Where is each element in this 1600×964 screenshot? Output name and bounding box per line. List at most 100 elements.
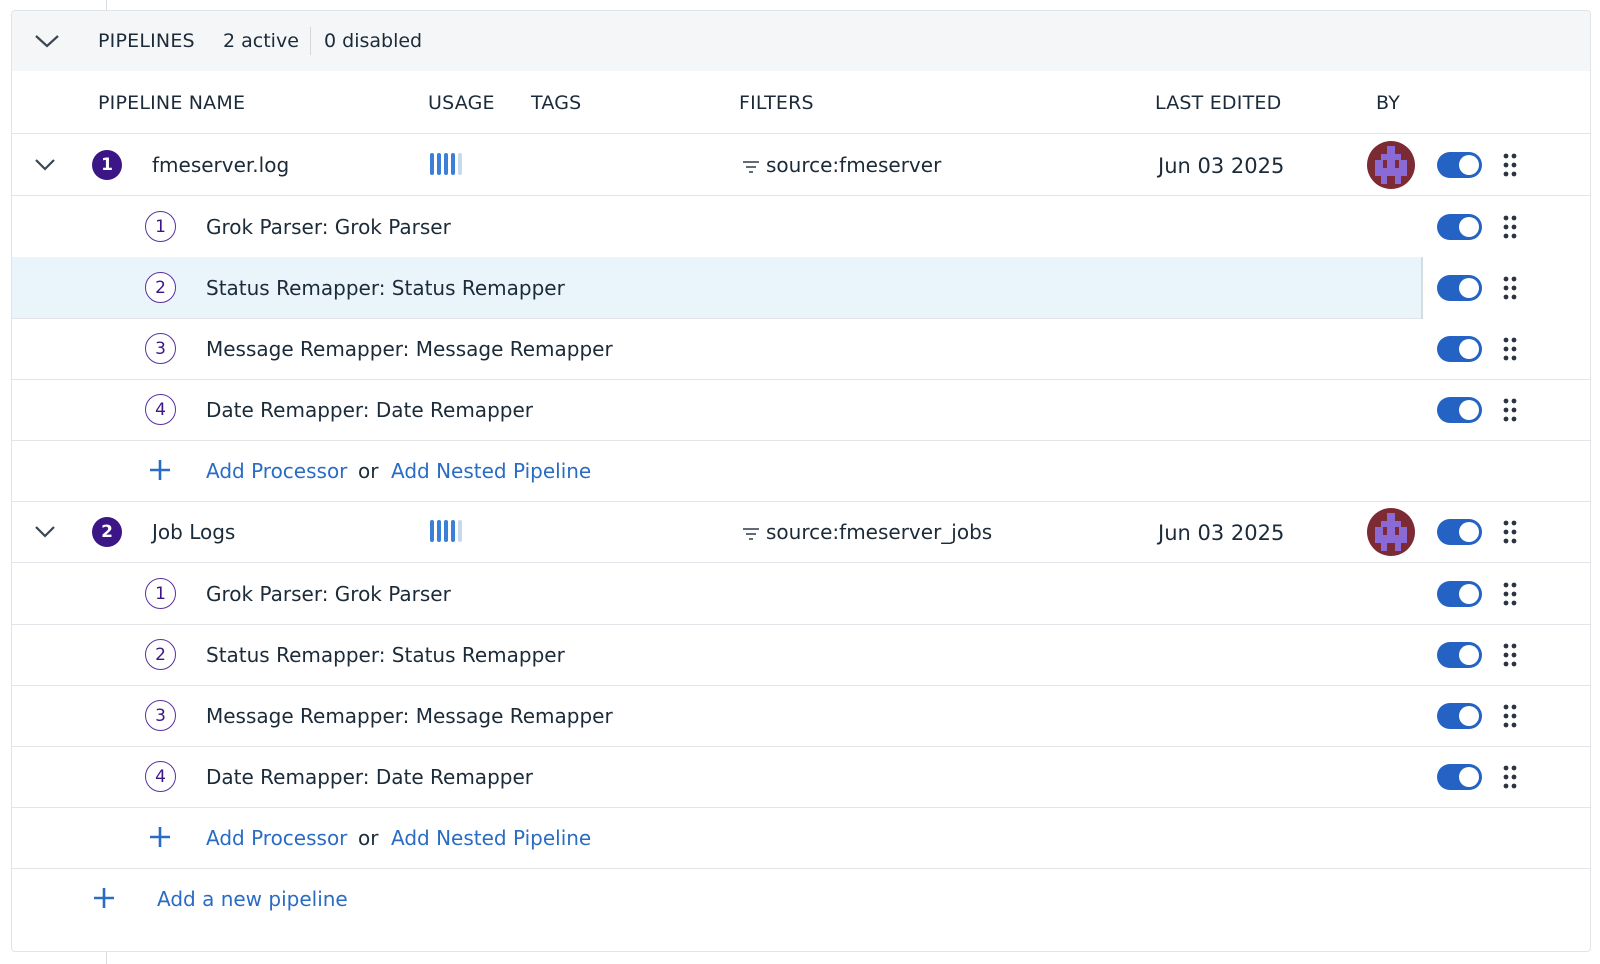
add-processor-row: Add Processor or Add Nested Pipeline <box>12 440 1590 502</box>
processor-enable-toggle[interactable] <box>1437 336 1482 362</box>
processor-enable-toggle[interactable] <box>1437 581 1482 607</box>
pipeline-enable-toggle[interactable] <box>1437 152 1482 178</box>
column-filters[interactable]: FILTERS <box>739 92 814 114</box>
column-last-edited[interactable]: LAST EDITED <box>1155 92 1281 114</box>
add-pipeline-row: Add a new pipeline <box>12 868 1590 930</box>
avatar-identicon <box>1375 513 1407 551</box>
processor-row[interactable]: 4 Date Remapper: Date Remapper <box>12 379 1590 441</box>
pipelines-panel: PIPELINES 2 active 0 disabled PIPELINE N… <box>11 10 1591 952</box>
processor-enable-toggle[interactable] <box>1437 397 1482 423</box>
processor-name[interactable]: Message Remapper: Message Remapper <box>206 704 613 728</box>
processor-number-badge: 2 <box>145 639 176 670</box>
usage-bar <box>458 520 462 542</box>
column-tags[interactable]: TAGS <box>531 92 581 114</box>
add-processor-link[interactable]: Add Processor <box>206 459 347 483</box>
drag-handle-icon[interactable] <box>1503 398 1517 422</box>
processor-number-badge: 1 <box>145 578 176 609</box>
add-processor-row: Add Processor or Add Nested Pipeline <box>12 807 1590 869</box>
add-processor-link[interactable]: Add Processor <box>206 826 347 850</box>
processor-row[interactable]: 2 Status Remapper: Status Remapper <box>12 624 1590 686</box>
processor-number-badge: 1 <box>145 211 176 242</box>
filter-icon <box>743 161 759 173</box>
drag-handle-icon[interactable] <box>1503 765 1517 789</box>
column-header-row: PIPELINE NAME USAGE TAGS FILTERS LAST ED… <box>12 71 1590 134</box>
processor-row[interactable]: 1 Grok Parser: Grok Parser <box>12 563 1590 625</box>
processor-row[interactable]: 4 Date Remapper: Date Remapper <box>12 746 1590 808</box>
column-pipeline-name[interactable]: PIPELINE NAME <box>98 92 245 114</box>
disabled-count: 0 disabled <box>324 30 423 52</box>
processor-number-badge: 2 <box>145 272 176 303</box>
pipelines-summary-bar[interactable]: PIPELINES 2 active 0 disabled <box>12 11 1590 71</box>
pipeline-name[interactable]: Job Logs <box>152 520 235 544</box>
usage-bar <box>451 520 455 542</box>
guide-line-top <box>106 0 107 10</box>
chevron-down-icon[interactable] <box>34 29 60 53</box>
add-nested-pipeline-link[interactable]: Add Nested Pipeline <box>391 459 591 483</box>
processor-name[interactable]: Message Remapper: Message Remapper <box>206 337 613 361</box>
avatar <box>1367 508 1415 556</box>
drag-handle-icon[interactable] <box>1503 582 1517 606</box>
drag-handle-icon[interactable] <box>1503 643 1517 667</box>
drag-handle-icon[interactable] <box>1503 337 1517 361</box>
pipeline-enable-toggle[interactable] <box>1437 519 1482 545</box>
plus-icon[interactable] <box>148 825 172 849</box>
plus-icon[interactable] <box>148 458 172 482</box>
avatar <box>1367 141 1415 189</box>
processor-name[interactable]: Date Remapper: Date Remapper <box>206 398 533 422</box>
usage-meter <box>430 520 462 542</box>
add-new-pipeline-link[interactable]: Add a new pipeline <box>157 887 348 911</box>
row-scroll-edge <box>1421 257 1423 319</box>
processor-number-badge: 3 <box>145 700 176 731</box>
processor-name[interactable]: Date Remapper: Date Remapper <box>206 765 533 789</box>
filter-query: source:fmeserver <box>766 153 942 177</box>
processor-name[interactable]: Status Remapper: Status Remapper <box>206 276 565 300</box>
pipeline-name[interactable]: fmeserver.log <box>152 153 289 177</box>
usage-bar <box>444 153 448 175</box>
processor-row[interactable]: 2 Status Remapper: Status Remapper <box>12 257 1590 319</box>
column-by[interactable]: BY <box>1376 92 1400 114</box>
chevron-down-icon[interactable] <box>34 521 56 541</box>
processor-enable-toggle[interactable] <box>1437 703 1482 729</box>
processor-name[interactable]: Grok Parser: Grok Parser <box>206 582 451 606</box>
last-edited-date: Jun 03 2025 <box>1158 154 1285 178</box>
pipeline-number-badge: 2 <box>92 517 122 547</box>
avatar-identicon <box>1375 146 1407 184</box>
processor-row[interactable]: 1 Grok Parser: Grok Parser <box>12 196 1590 258</box>
pipeline-row[interactable]: 2 Job Logs source:fmeserver_jobs Jun 03 … <box>12 501 1590 563</box>
add-nested-pipeline-link[interactable]: Add Nested Pipeline <box>391 826 591 850</box>
summary-divider <box>310 27 311 55</box>
pipeline-number-badge: 1 <box>92 150 122 180</box>
processor-enable-toggle[interactable] <box>1437 764 1482 790</box>
drag-handle-icon[interactable] <box>1503 704 1517 728</box>
usage-bar <box>430 520 434 542</box>
column-usage[interactable]: USAGE <box>428 92 495 114</box>
processor-enable-toggle[interactable] <box>1437 214 1482 240</box>
pipeline-filter: source:fmeserver <box>742 153 941 177</box>
plus-icon[interactable] <box>92 886 116 910</box>
filter-query: source:fmeserver_jobs <box>766 520 993 544</box>
drag-handle-icon[interactable] <box>1503 276 1517 300</box>
processor-name[interactable]: Status Remapper: Status Remapper <box>206 643 565 667</box>
processor-row[interactable]: 3 Message Remapper: Message Remapper <box>12 685 1590 747</box>
processor-row[interactable]: 3 Message Remapper: Message Remapper <box>12 318 1590 380</box>
filter-icon <box>743 528 759 540</box>
pipeline-row[interactable]: 1 fmeserver.log source:fmeserver Jun 03 … <box>12 134 1590 196</box>
usage-bar <box>458 153 462 175</box>
drag-handle-icon[interactable] <box>1503 520 1517 544</box>
processor-name[interactable]: Grok Parser: Grok Parser <box>206 215 451 239</box>
processor-enable-toggle[interactable] <box>1437 275 1482 301</box>
or-text: or <box>358 826 379 850</box>
processor-enable-toggle[interactable] <box>1437 642 1482 668</box>
usage-meter <box>430 153 462 175</box>
pipeline-filter: source:fmeserver_jobs <box>742 520 992 544</box>
active-count: 2 active <box>223 30 299 52</box>
usage-bar <box>437 153 441 175</box>
drag-handle-icon[interactable] <box>1503 153 1517 177</box>
usage-bar <box>430 153 434 175</box>
guide-line-bottom <box>106 952 107 964</box>
processor-number-badge: 4 <box>145 761 176 792</box>
drag-handle-icon[interactable] <box>1503 215 1517 239</box>
pipelines-title: PIPELINES <box>98 30 195 52</box>
chevron-down-icon[interactable] <box>34 154 56 174</box>
processor-number-badge: 4 <box>145 394 176 425</box>
